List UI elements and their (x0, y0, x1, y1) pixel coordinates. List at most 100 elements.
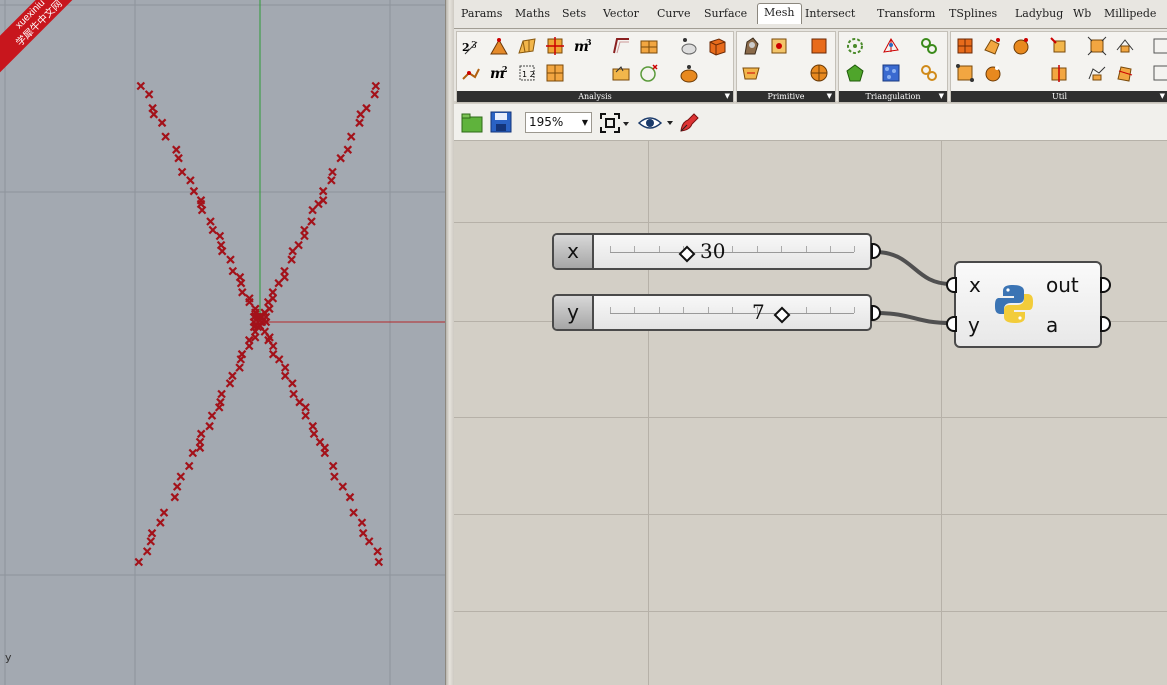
svg-text:3: 3 (586, 37, 592, 47)
output-param-a[interactable]: a (1046, 313, 1058, 337)
input-grip-x[interactable] (946, 277, 957, 293)
preview-eye-icon[interactable] (638, 115, 676, 131)
point-marker (308, 205, 317, 215)
python-script-component[interactable]: x y out a (954, 261, 1102, 348)
mesh-plane-primitive-icon[interactable] (809, 36, 829, 56)
mesh-colour-icon[interactable] (769, 36, 789, 56)
point-marker (330, 472, 339, 481)
mesh-join-icon[interactable] (1151, 36, 1167, 56)
input-param-y[interactable]: y (968, 313, 980, 337)
point-marker (134, 557, 144, 567)
wires (874, 250, 952, 325)
point-marker (358, 528, 368, 538)
mesh-plane-icon[interactable] (611, 63, 631, 83)
point-marker (307, 217, 316, 226)
mesh-split-icon[interactable] (1049, 63, 1069, 83)
point-marker (147, 528, 157, 538)
cull-faces-icon[interactable] (983, 36, 1003, 56)
number-slider-x[interactable]: x 30 (552, 233, 872, 270)
delaunay-edges-icon[interactable] (881, 36, 901, 56)
cull-vertices-icon[interactable] (1011, 36, 1031, 56)
point-marker (338, 482, 348, 491)
open-file-icon[interactable] (461, 111, 483, 133)
tab-surface[interactable]: Surface (704, 7, 747, 20)
tab-intersect[interactable]: Intersect (805, 7, 855, 20)
mesh-face-index-icon[interactable]: 1 2 (517, 63, 537, 83)
tab-millipede[interactable]: Millipede (1104, 7, 1156, 20)
substrate-icon[interactable] (919, 36, 939, 56)
zoom-extents-icon[interactable] (600, 113, 630, 133)
point-marker (362, 103, 371, 113)
flip-mesh-icon[interactable] (1115, 36, 1135, 56)
mesh-quads-icon[interactable] (545, 63, 565, 83)
tab-transform[interactable]: Transform (877, 7, 935, 20)
save-icon[interactable] (490, 111, 512, 133)
point-marker (320, 448, 330, 458)
zoom-level-select[interactable]: 195% ▼ (525, 112, 592, 133)
point-marker (268, 341, 278, 351)
mesh-sphere-ex-icon[interactable] (679, 63, 699, 83)
mesh-eval-icon[interactable] (639, 36, 659, 56)
mesh-triangle-icon[interactable] (741, 63, 761, 83)
panel-label-analysis: Analysis ▼ (457, 91, 733, 102)
point-marker (161, 132, 170, 141)
mesh-box-icon[interactable] (707, 36, 727, 56)
mesh-area-m2-icon[interactable]: m2 (489, 63, 509, 83)
blur-mesh-icon[interactable] (955, 36, 975, 56)
number-slider-y[interactable]: y 7 (552, 294, 872, 331)
input-grip-y[interactable] (946, 316, 957, 332)
python-logo-icon (995, 285, 1033, 323)
tab-wb[interactable]: Wb (1073, 7, 1091, 20)
face-normals-icon[interactable] (545, 36, 565, 56)
mesh-more-icon[interactable] (1151, 63, 1167, 83)
point-marker (226, 255, 235, 264)
gh-canvas[interactable]: x 30 y 7 x y out a (454, 141, 1167, 685)
voronoi-icon[interactable] (881, 63, 901, 83)
exploded-mesh-icon[interactable] (1087, 36, 1107, 56)
tab-sets[interactable]: Sets (562, 7, 586, 20)
tab-tsplines[interactable]: TSplines (949, 7, 997, 20)
panel-label-primitive: Primitive ▼ (737, 91, 835, 102)
mesh-sphere-ball-icon[interactable] (809, 63, 829, 83)
slider-name: y (554, 296, 594, 329)
sketch-pen-icon[interactable] (678, 112, 700, 134)
point-marker (215, 231, 225, 241)
unify-normals-icon[interactable] (1087, 63, 1107, 83)
tab-curve[interactable]: Curve (657, 7, 690, 20)
delete-faces-icon[interactable] (1049, 36, 1069, 56)
tab-mesh[interactable]: Mesh (757, 3, 802, 24)
mesh-area-icon[interactable]: m3 (573, 36, 593, 56)
mesh-smooth-icon[interactable] (983, 63, 1003, 83)
tab-ladybug[interactable]: Ladybug (1015, 7, 1063, 20)
disjoint-mesh-icon[interactable] (639, 63, 659, 83)
mesh-brep-icon[interactable] (955, 63, 975, 83)
mesh-sphere-icon[interactable] (741, 36, 761, 56)
world-axis-label: y (5, 651, 12, 664)
mesh-edges-icon[interactable] (611, 36, 631, 56)
input-param-x[interactable]: x (969, 273, 981, 297)
point-marker (370, 90, 379, 99)
output-param-out[interactable]: out (1046, 273, 1079, 297)
slider-track (610, 305, 855, 314)
weld-mesh-icon[interactable] (1115, 63, 1135, 83)
convex-hull-icon[interactable] (845, 36, 865, 56)
delaunay-mesh-icon[interactable] (845, 63, 865, 83)
tab-vector[interactable]: Vector (603, 7, 639, 20)
face-boundaries-icon[interactable] (517, 36, 537, 56)
point-marker (327, 176, 336, 185)
point-marker (349, 508, 358, 517)
mesh-analysis-icon[interactable]: 23 (461, 36, 481, 56)
tab-maths[interactable]: Maths (515, 7, 550, 20)
point-marker (189, 186, 199, 196)
rhino-viewport[interactable]: xuexiniu 学犀牛中文网 y (0, 0, 445, 685)
point-marker (228, 371, 237, 381)
tab-params[interactable]: Params (461, 7, 502, 20)
component-tabs: Params Maths Sets Vector Curve Surface M… (454, 0, 1167, 29)
point-marker (149, 110, 159, 119)
mesh-inclusion-icon[interactable] (679, 36, 699, 56)
mesh-closest-point-icon[interactable] (461, 63, 481, 83)
voronoi-groups-icon[interactable] (919, 63, 939, 83)
deconstruct-mesh-icon[interactable] (489, 36, 509, 56)
point-marker (136, 81, 146, 91)
point-marker (148, 103, 157, 113)
